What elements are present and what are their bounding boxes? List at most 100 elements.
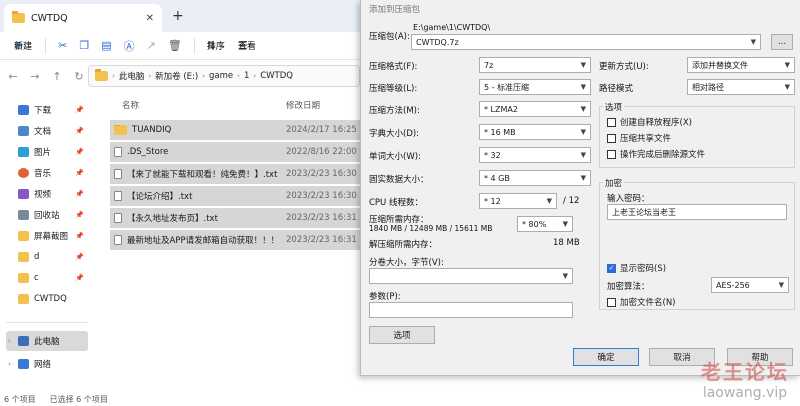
paste-button[interactable]: ▤	[95, 35, 117, 57]
shared-files-checkbox[interactable]: 压缩共享文件	[607, 132, 671, 144]
share-button[interactable]: ↗	[141, 35, 162, 57]
file-date: 2023/2/23 16:30	[286, 169, 357, 179]
split-select[interactable]: ▼	[369, 268, 573, 284]
chevron-right-icon[interactable]: ›	[8, 360, 11, 368]
download-icon	[18, 105, 29, 115]
memory-values: 1840 MB / 12489 MB / 15611 MB	[369, 224, 493, 233]
word-select[interactable]: * 32 ▼	[479, 147, 591, 163]
copy-button[interactable]: ❐	[73, 35, 95, 57]
trash-icon: 🗑	[167, 39, 182, 52]
clipboard-icon: ▤	[101, 39, 112, 52]
checkbox[interactable]	[607, 117, 616, 127]
encrypt-names-checkbox[interactable]: 加密文件名(N)	[607, 296, 676, 308]
sidebar-item-label: d	[34, 252, 40, 262]
view-label: 查看	[237, 42, 256, 52]
sidebar-item-label: 回收站	[34, 211, 60, 221]
format-select[interactable]: 7z ▼	[479, 57, 591, 73]
chevron-right-icon: ›	[253, 72, 257, 80]
sidebar-item-downloads[interactable]: 下载 📌	[6, 100, 88, 120]
path-mode-value: 相对路径	[692, 82, 724, 92]
sidebar-item-videos[interactable]: 视频 📌	[6, 184, 88, 204]
sidebar-item-label: 下载	[34, 106, 52, 116]
table-row[interactable]: 【来了就能下载和观看！纯免费！】.txt 2023/2/23 16:30	[110, 164, 360, 184]
sidebar-item-this-pc[interactable]: › 此电脑	[6, 331, 88, 351]
path-mode-select[interactable]: 相对路径 ▼	[687, 79, 795, 95]
memory-percent-value: * 80%	[522, 219, 547, 229]
params-input[interactable]	[369, 302, 573, 318]
delete-button[interactable]: 🗑	[162, 35, 188, 57]
sort-button[interactable]: ⇅ 排序 ⌄	[201, 35, 232, 57]
dict-value: * 16 MB	[484, 127, 516, 137]
tab-cwtdq[interactable]: CWTDQ ✕	[4, 4, 162, 32]
level-select[interactable]: 5 - 标准压缩 ▼	[479, 79, 591, 95]
dict-select[interactable]: * 16 MB ▼	[479, 124, 591, 140]
checkbox-checked[interactable]	[607, 263, 616, 273]
breadcrumb-game[interactable]: game	[209, 71, 233, 81]
breadcrumb-drive[interactable]: 新加卷 (E:)	[155, 70, 198, 82]
chevron-right-icon: ›	[112, 72, 115, 80]
checkbox[interactable]	[607, 297, 616, 307]
sidebar-item-d[interactable]: d 📌	[6, 247, 88, 267]
breadcrumb-cwtdq[interactable]: CWTDQ	[260, 71, 293, 81]
table-row[interactable]: 【永久地址发布页】.txt 2023/2/23 16:31	[110, 208, 360, 228]
options-button[interactable]: 选项	[369, 326, 435, 344]
table-row[interactable]: 【论坛介绍】.txt 2023/2/23 16:30	[110, 186, 360, 206]
format-value: 7z	[484, 60, 494, 70]
show-password-checkbox[interactable]: 显示密码(S)	[607, 262, 666, 274]
back-arrow-icon[interactable]: ←	[6, 70, 20, 83]
sidebar-item-documents[interactable]: 文档 📌	[6, 121, 88, 141]
sidebar-item-cwtdq[interactable]: CWTDQ	[6, 289, 88, 309]
address-bar[interactable]: › 此电脑 › 新加卷 (E:) › game › 1 › CWTDQ	[88, 65, 360, 87]
sidebar-item-network[interactable]: › 网络	[6, 354, 88, 374]
archive-name-field[interactable]: CWTDQ.7z ▼	[411, 34, 761, 50]
sidebar-item-pictures[interactable]: 图片 📌	[6, 142, 88, 162]
update-select[interactable]: 添加并替换文件 ▼	[687, 57, 795, 73]
new-button[interactable]: ⊕ 新建 ⌄	[8, 35, 39, 57]
archive-path: E:\game\1\CWTDQ\	[413, 23, 491, 32]
forward-arrow-icon[interactable]: →	[28, 70, 42, 83]
memory-percent-select[interactable]: * 80% ▼	[517, 216, 573, 232]
folder-icon	[95, 69, 108, 81]
chevron-down-icon: ▼	[580, 83, 586, 91]
new-tab-button[interactable]: +	[172, 8, 184, 24]
chevron-down-icon: ▼	[580, 151, 586, 159]
chevron-down-icon: ▼	[562, 272, 568, 280]
encryption-method-select[interactable]: AES-256 ▼	[711, 277, 789, 293]
delete-after-checkbox[interactable]: 操作完成后删除源文件	[607, 148, 705, 160]
chevron-down-icon: ▼	[580, 174, 586, 182]
view-button[interactable]: ☰ 查看	[232, 35, 256, 57]
up-arrow-icon[interactable]: ↑	[50, 70, 64, 83]
sidebar-item-recycle-bin[interactable]: 回收站 📌	[6, 205, 88, 225]
threads-select[interactable]: * 12 ▼	[479, 193, 557, 209]
browse-button[interactable]: ...	[771, 34, 793, 50]
sidebar-item-label: c	[34, 273, 39, 283]
sidebar-item-music[interactable]: 音乐 📌	[6, 163, 88, 183]
password-input[interactable]: 上老王论坛当老王	[607, 204, 787, 220]
column-header-name[interactable]: 名称	[122, 96, 139, 114]
chevron-right-icon: ›	[148, 72, 152, 80]
sidebar-item-label: 网络	[34, 360, 52, 370]
sidebar-item-c[interactable]: c 📌	[6, 268, 88, 288]
checkbox[interactable]	[607, 149, 616, 159]
method-select[interactable]: * LZMA2 ▼	[479, 101, 591, 117]
breadcrumb-this-pc[interactable]: 此电脑	[119, 70, 145, 82]
threads-value: * 12	[484, 196, 501, 206]
word-label: 单词大小(W):	[369, 152, 421, 162]
table-row[interactable]: TUANDIQ 2024/2/17 16:25	[110, 120, 360, 140]
table-row[interactable]: .DS_Store 2022/8/16 22:00	[110, 142, 360, 162]
checkbox[interactable]	[607, 133, 616, 143]
solid-select[interactable]: * 4 GB ▼	[479, 170, 591, 186]
breadcrumb-1[interactable]: 1	[244, 71, 249, 81]
rename-button[interactable]: Ⓐ	[118, 35, 141, 57]
chevron-right-icon[interactable]: ›	[8, 337, 11, 345]
sidebar-item-screenshots[interactable]: 屏幕截图 📌	[6, 226, 88, 246]
close-icon[interactable]: ✕	[146, 13, 154, 24]
column-header-modified[interactable]: 修改日期	[286, 96, 320, 114]
cut-button[interactable]: ✂	[52, 35, 73, 57]
ok-button[interactable]: 确定	[573, 348, 639, 366]
sfx-checkbox[interactable]: 创建自释放程序(X)	[607, 116, 692, 128]
table-row[interactable]: 最新地址及APP请发邮箱自动获取！！！ 2023/2/23 16:31	[110, 230, 360, 250]
refresh-icon[interactable]: ↻	[72, 70, 86, 83]
sfx-label: 创建自释放程序(X)	[620, 118, 692, 128]
chevron-down-icon: ▼	[546, 197, 552, 205]
